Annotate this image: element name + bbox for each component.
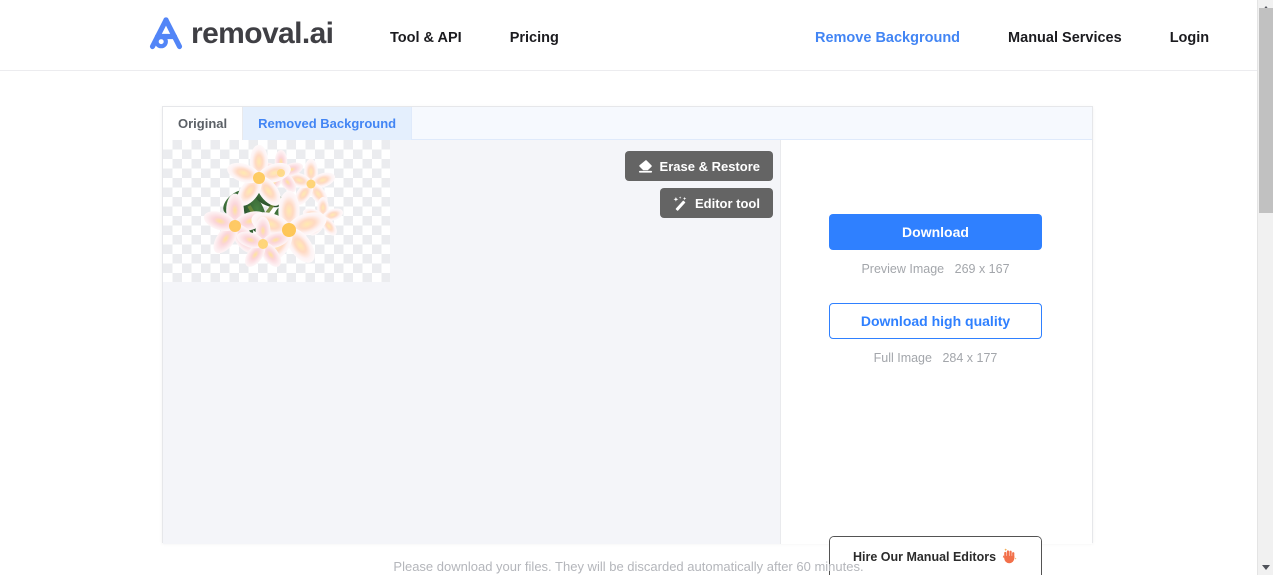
- magic-wand-icon: [673, 195, 688, 211]
- download-button[interactable]: Download: [829, 214, 1042, 250]
- download-high-quality-button[interactable]: Download high quality: [829, 303, 1042, 339]
- tab-original[interactable]: Original: [163, 107, 244, 140]
- scrollbar-down-arrow-icon[interactable]: [1258, 559, 1273, 575]
- nav-item-remove-background[interactable]: Remove Background: [815, 30, 960, 46]
- primary-nav: Tool & API Pricing: [390, 30, 559, 46]
- brand-logo-link[interactable]: removal.ai: [143, 11, 334, 57]
- scrollbar-thumb[interactable]: [1259, 8, 1273, 213]
- eraser-icon: [638, 159, 653, 174]
- browser-viewport: removal.ai Tool & API Pricing Remove Bac…: [0, 0, 1273, 575]
- brand-name: removal.ai: [191, 17, 334, 50]
- editor-tool-button[interactable]: Editor tool: [660, 188, 773, 218]
- tab-bar: Original Removed Background: [163, 107, 1092, 140]
- canvas-tool-buttons: Erase & Restore Editor tool: [624, 151, 773, 218]
- secondary-nav: Remove Background Manual Services Login: [815, 30, 1209, 46]
- download-hq-caption: Full Image 284 x 177: [829, 351, 1042, 365]
- actions-pane: Download Preview Image 269 x 167 Downloa…: [781, 140, 1092, 575]
- download-caption: Preview Image 269 x 167: [829, 262, 1042, 276]
- removal-ai-logo-icon: [143, 11, 189, 57]
- result-image: [201, 144, 345, 271]
- nav-item-tool-api[interactable]: Tool & API: [390, 30, 462, 46]
- download-caption-label: Preview Image: [861, 262, 945, 276]
- page-scrollbar[interactable]: [1257, 0, 1273, 575]
- nav-item-manual-services[interactable]: Manual Services: [1008, 30, 1122, 46]
- download-hq-caption-dimensions: 284 x 177: [942, 351, 998, 365]
- download-hq-caption-label: Full Image: [873, 351, 932, 365]
- tab-removed-background[interactable]: Removed Background: [243, 107, 413, 140]
- nav-item-login[interactable]: Login: [1170, 30, 1209, 46]
- editor-tool-label: Editor tool: [695, 195, 760, 211]
- download-caption-dimensions: 269 x 167: [954, 262, 1010, 276]
- image-canvas-pane: Erase & Restore Editor tool: [163, 140, 781, 544]
- erase-restore-label: Erase & Restore: [659, 158, 760, 174]
- download-group: Download Preview Image 269 x 167: [829, 214, 1042, 276]
- nav-item-pricing[interactable]: Pricing: [510, 30, 559, 46]
- site-header: removal.ai Tool & API Pricing Remove Bac…: [0, 0, 1257, 71]
- result-card: Original Removed Background Erase & Rest…: [162, 106, 1093, 575]
- download-hq-group: Download high quality Full Image 284 x 1…: [829, 303, 1042, 365]
- card-body: Erase & Restore Editor tool Download Pre…: [163, 140, 1092, 575]
- erase-restore-button[interactable]: Erase & Restore: [624, 151, 773, 181]
- discard-notice: Please download your files. They will be…: [393, 559, 864, 574]
